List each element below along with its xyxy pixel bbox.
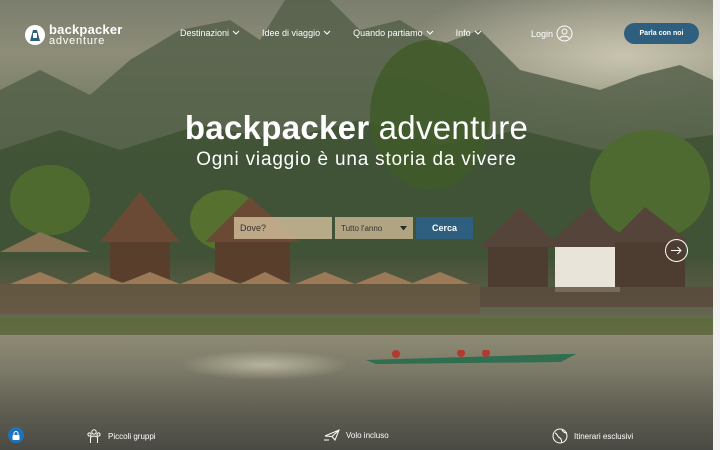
nav-item-label: Destinazioni — [180, 28, 230, 38]
feature-label: Piccoli gruppi — [108, 431, 156, 441]
chevron-down-icon — [232, 30, 240, 35]
brand-logo[interactable]: backpacker adventure — [24, 22, 124, 48]
hero-title-bold: backpacker — [184, 109, 370, 146]
bungalows — [0, 192, 713, 314]
period-select-value: Tutto l'anno — [341, 223, 383, 233]
chevron-down-icon — [323, 30, 331, 35]
feature-label: Itinerari esclusivi — [574, 431, 634, 441]
nav-item-label: Quando partiamo — [353, 28, 423, 38]
destination-input[interactable] — [234, 217, 332, 239]
river-reflection — [180, 350, 350, 380]
user-icon — [556, 25, 573, 42]
nav-item-destinazioni[interactable]: Destinazioni — [180, 28, 240, 38]
caret-down-icon — [400, 225, 407, 230]
privacy-lock-button[interactable] — [8, 427, 24, 443]
hero-subtitle: Ogni viaggio è una storia da vivere — [196, 149, 517, 170]
contact-us-button[interactable]: Parla con noi — [624, 23, 699, 44]
feature-exclusive-itineraries: Itinerari esclusivi — [552, 428, 633, 444]
globe-icon — [552, 428, 568, 444]
hero-title-light: adventure — [378, 109, 529, 146]
longtail-boat — [366, 350, 576, 364]
feature-label: Volo incluso — [346, 430, 389, 440]
lock-icon — [12, 430, 20, 440]
brand-wordmark: backpacker adventure — [49, 23, 123, 47]
chevron-down-icon — [474, 30, 481, 35]
nav-item-label: Idee di viaggio — [262, 28, 321, 38]
feature-flight-included: Volo incluso — [324, 428, 389, 442]
chevron-down-icon — [426, 30, 433, 35]
group-icon — [87, 429, 101, 443]
login-label: Login — [531, 28, 554, 39]
search-button[interactable]: Cerca — [416, 217, 473, 239]
brand-line2: adventure — [49, 35, 106, 47]
main-nav: Destinazioni Idee di viaggio Quando part… — [180, 28, 504, 38]
login-link[interactable]: Login — [531, 25, 573, 42]
feature-small-groups: Piccoli gruppi — [86, 428, 156, 444]
backpacker-logo-icon — [25, 25, 45, 45]
period-select[interactable]: Tutto l'anno — [335, 217, 413, 239]
nav-item-info[interactable]: Info — [456, 28, 482, 38]
nav-item-label: Info — [455, 28, 471, 38]
trip-search-form: Tutto l'anno Cerca — [234, 217, 473, 239]
scrollbar[interactable] — [713, 0, 720, 450]
site-header: backpacker adventure Destinazioni Idee d… — [0, 0, 713, 70]
plane-icon — [324, 429, 340, 441]
arrow-right-icon — [671, 246, 682, 255]
hero-title: backpacker adventure — [0, 108, 713, 148]
nav-item-idee-di-viaggio[interactable]: Idee di viaggio — [262, 28, 331, 38]
slider-next-button[interactable] — [665, 239, 688, 262]
nav-item-quando-partiamo[interactable]: Quando partiamo — [353, 28, 434, 38]
